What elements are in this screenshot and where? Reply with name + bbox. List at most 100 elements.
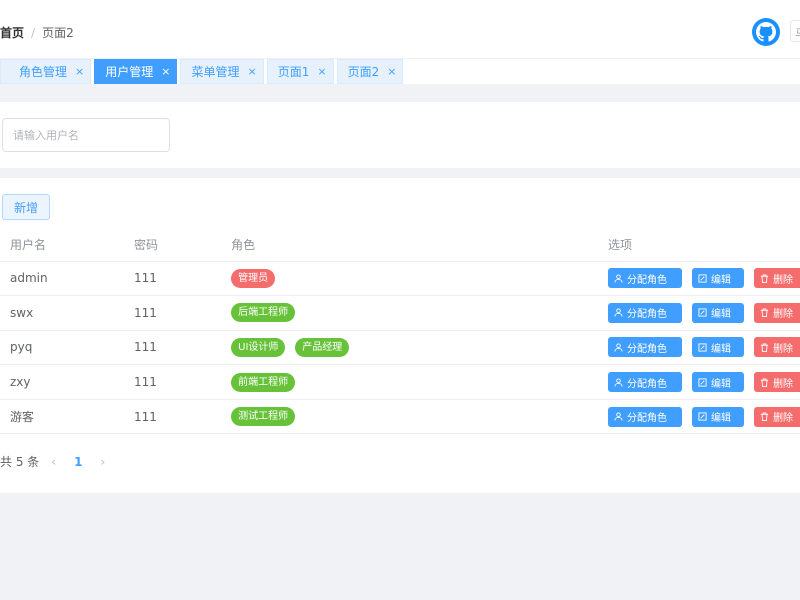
password-cell: 111 xyxy=(124,330,222,366)
trash-icon xyxy=(760,343,769,352)
password-cell: 111 xyxy=(124,364,222,400)
next-page-button[interactable]: › xyxy=(100,455,105,469)
tab-role-management[interactable]: 角色管理 × xyxy=(0,59,92,84)
delete-label: 删除 xyxy=(773,309,793,321)
breadcrumb-current: 页面2 xyxy=(42,26,74,40)
delete-label: 删除 xyxy=(773,343,793,355)
options-cell: 分配角色 编辑 删除 xyxy=(598,399,800,435)
username-cell: swx xyxy=(0,295,124,331)
user-table: 用户名 密码 角色 选项 admin 111 管理员 分配角色 编辑 删除 sw… xyxy=(0,228,800,435)
pagination: 共 5 条 ‹ 1 › xyxy=(0,453,117,470)
prev-page-button[interactable]: ‹ xyxy=(51,455,56,469)
table-row: pyq 111 UI设计师 产品经理 分配角色 编辑 删除 xyxy=(0,330,800,366)
github-icon[interactable] xyxy=(752,18,780,46)
assign-role-label: 分配角色 xyxy=(627,309,667,321)
github-logo xyxy=(756,22,776,42)
assign-role-label: 分配角色 xyxy=(627,378,667,390)
table-row: 游客 111 测试工程师 分配角色 编辑 删除 xyxy=(0,399,800,435)
assign-role-button[interactable]: 分配角色 xyxy=(608,337,682,358)
assign-role-button[interactable]: 分配角色 xyxy=(608,268,682,289)
edit-button[interactable]: 编辑 xyxy=(692,406,744,427)
column-header-options: 选项 xyxy=(598,228,800,262)
options-cell: 分配角色 编辑 删除 xyxy=(598,295,800,331)
user-icon xyxy=(614,343,623,352)
trash-icon xyxy=(760,308,769,318)
user-menu-button[interactable]: 马 xyxy=(790,20,800,42)
tab-label: 角色管理 xyxy=(19,65,68,79)
delete-button[interactable]: 删除 xyxy=(754,337,800,358)
table-row: zxy 111 前端工程师 分配角色 编辑 删除 xyxy=(0,364,800,400)
column-header-password: 密码 xyxy=(124,228,222,262)
username-search-input[interactable] xyxy=(2,118,170,152)
edit-label: 编辑 xyxy=(711,413,731,425)
delete-button[interactable]: 删除 xyxy=(754,302,800,323)
options-cell: 分配角色 编辑 删除 xyxy=(598,261,800,297)
user-icon xyxy=(614,308,623,317)
close-icon[interactable]: × xyxy=(161,65,170,78)
delete-label: 删除 xyxy=(773,378,793,390)
roles-cell: 前端工程师 xyxy=(221,364,598,400)
roles-cell: 测试工程师 xyxy=(221,399,598,435)
username-cell: 游客 xyxy=(0,399,124,435)
tab-label: 用户管理 xyxy=(105,65,154,79)
trash-icon xyxy=(760,412,769,422)
username-cell: pyq xyxy=(0,330,124,366)
page-number-1[interactable]: 1 xyxy=(74,455,82,469)
delete-button[interactable]: 删除 xyxy=(754,406,800,427)
edit-icon xyxy=(698,274,707,283)
role-tag: 后端工程师 xyxy=(231,303,296,323)
close-icon[interactable]: × xyxy=(247,65,256,78)
assign-role-label: 分配角色 xyxy=(627,274,667,286)
add-user-button[interactable]: 新增 xyxy=(2,194,50,220)
roles-cell: UI设计师 产品经理 xyxy=(221,330,598,366)
assign-role-button[interactable]: 分配角色 xyxy=(608,302,682,323)
tab-page2[interactable]: 页面2 × xyxy=(336,59,404,84)
role-tag: 管理员 xyxy=(231,268,276,288)
trash-icon xyxy=(760,274,769,283)
close-icon[interactable]: × xyxy=(75,65,84,78)
search-panel xyxy=(0,102,800,168)
assign-role-button[interactable]: 分配角色 xyxy=(608,406,682,427)
column-header-username: 用户名 xyxy=(0,228,124,262)
delete-button[interactable]: 删除 xyxy=(754,372,800,393)
edit-button[interactable]: 编辑 xyxy=(692,302,744,323)
username-cell: zxy xyxy=(0,364,124,400)
role-tag: 产品经理 xyxy=(295,337,350,357)
assign-role-label: 分配角色 xyxy=(627,413,667,425)
options-cell: 分配角色 编辑 删除 xyxy=(598,364,800,400)
tab-user-management[interactable]: 用户管理 × xyxy=(94,59,178,84)
user-icon xyxy=(614,274,623,283)
trash-icon xyxy=(760,378,769,387)
edit-icon xyxy=(698,378,707,387)
username-cell: admin xyxy=(0,261,124,297)
edit-icon xyxy=(698,343,707,352)
edit-button[interactable]: 编辑 xyxy=(692,268,744,289)
delete-button[interactable]: 删除 xyxy=(754,268,800,289)
role-tag: UI设计师 xyxy=(231,337,286,357)
delete-label: 删除 xyxy=(773,274,793,286)
tab-label: 菜单管理 xyxy=(191,65,240,79)
edit-icon xyxy=(698,308,707,317)
close-icon[interactable]: × xyxy=(387,65,396,78)
tab-page1[interactable]: 页面1 × xyxy=(266,59,334,84)
assign-role-button[interactable]: 分配角色 xyxy=(608,372,682,393)
password-cell: 111 xyxy=(124,295,222,331)
breadcrumb-separator: / xyxy=(31,25,36,40)
roles-cell: 后端工程师 xyxy=(221,295,598,331)
tab-menu-management[interactable]: 菜单管理 × xyxy=(180,59,264,84)
password-cell: 111 xyxy=(124,261,222,297)
edit-label: 编辑 xyxy=(711,343,731,355)
edit-button[interactable]: 编辑 xyxy=(692,372,744,393)
breadcrumb: 首页 / 页面2 xyxy=(0,24,74,41)
edit-button[interactable]: 编辑 xyxy=(692,337,744,358)
assign-role-label: 分配角色 xyxy=(627,343,667,355)
role-tag: 测试工程师 xyxy=(231,407,296,427)
edit-label: 编辑 xyxy=(711,309,731,321)
close-icon[interactable]: × xyxy=(317,65,326,78)
breadcrumb-home[interactable]: 首页 xyxy=(0,24,24,41)
edit-icon xyxy=(698,412,707,421)
role-tag: 前端工程师 xyxy=(231,372,296,392)
table-row: admin 111 管理员 分配角色 编辑 删除 xyxy=(0,261,800,297)
user-table-panel: 新增 用户名 密码 角色 选项 admin 111 管理员 分配角色 编辑 删除… xyxy=(0,178,800,493)
top-header: 首页 / 页面2 马 xyxy=(0,0,800,58)
